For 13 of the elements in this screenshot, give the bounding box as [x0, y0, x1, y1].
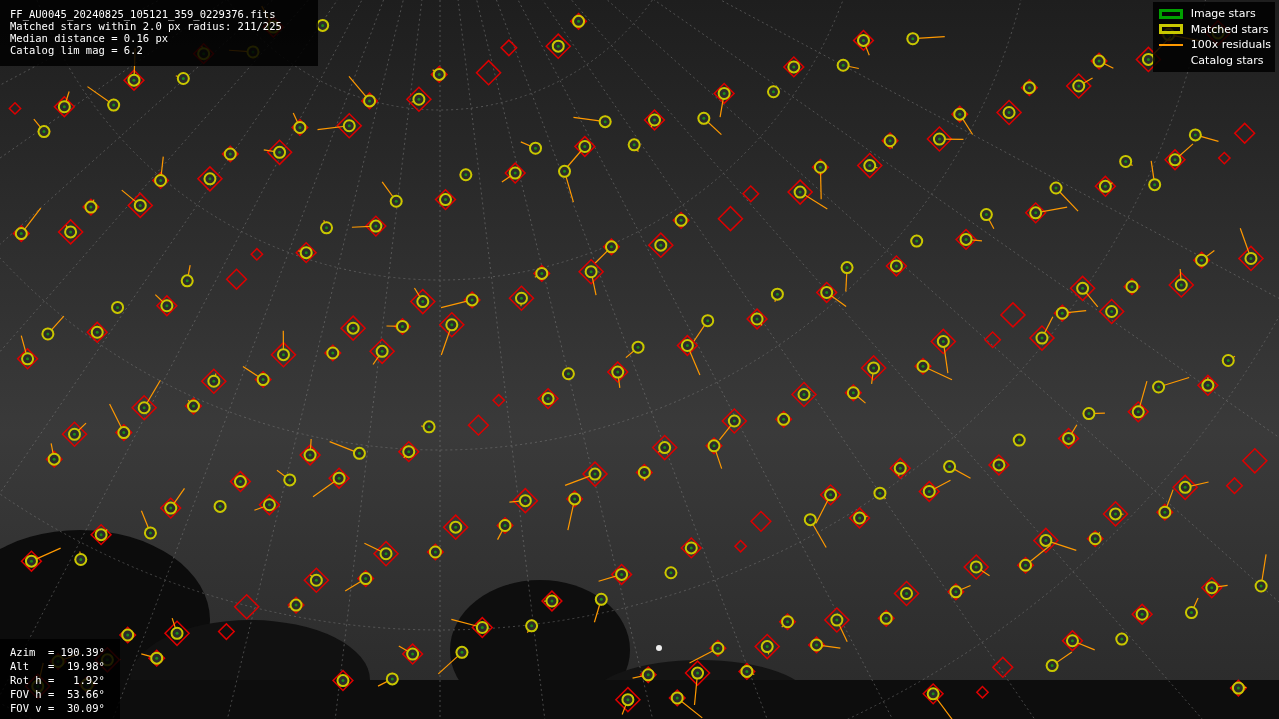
info-text: Catalog lim mag = 6.2	[10, 44, 144, 56]
info-text: FF_AU0045_20240825_105121_359_0229376.fits	[10, 8, 277, 20]
legend-label: 100x residuals	[1190, 38, 1271, 52]
pointing-text: Alt = 19.98°	[10, 659, 106, 673]
pointing-text: FOV h = 53.66°	[10, 687, 106, 701]
legend-label: Catalog stars	[1190, 53, 1264, 67]
pointing-text: Azim = 190.39°	[10, 645, 106, 659]
legend-label: Image stars	[1190, 7, 1256, 21]
info-text: Median distance = 0.16 px	[10, 32, 170, 44]
pointing-text: FOV v = 30.09°	[10, 701, 106, 715]
legend-label: Matched stars	[1190, 22, 1269, 36]
info-text: Matched stars within 2.0 px radius: 211/225	[10, 20, 283, 32]
pointing-text: Rot h = 1.92°	[10, 673, 106, 687]
